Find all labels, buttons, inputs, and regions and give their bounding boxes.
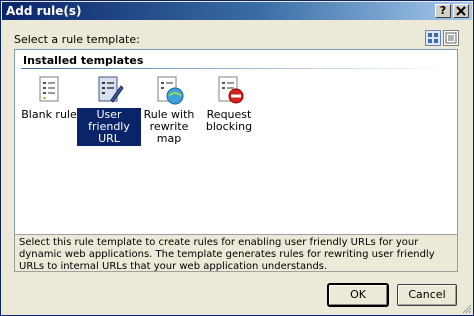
template-blank-rule[interactable]: Blank rule [17,74,81,122]
blank-rule-icon [33,74,65,106]
add-rules-dialog: Add rule(s) ? Select a rule template: In… [0,0,474,316]
template-description: Select this rule template to create rule… [14,234,458,272]
details-view-button[interactable] [443,30,459,46]
template-label: Rule with rewrite map [143,108,195,145]
template-request-blocking[interactable]: Request blocking [197,74,261,134]
help-button[interactable]: ? [435,4,451,18]
select-template-label: Select a rule template: [14,33,140,46]
resize-grip-icon[interactable] [460,302,472,314]
large-icons-view-button[interactable] [425,30,441,46]
title-bar[interactable]: Add rule(s) ? [2,2,472,20]
templates-list[interactable]: Installed templates Blank rule User frie… [14,49,458,235]
details-view-icon [445,32,457,44]
template-user-friendly-url[interactable]: User friendly URL [77,74,141,146]
large-icons-view-icon [428,33,438,43]
group-divider [21,68,449,69]
cancel-button[interactable]: Cancel [397,284,457,306]
group-header: Installed templates [23,54,144,67]
template-rule-with-rewrite-map[interactable]: Rule with rewrite map [137,74,201,146]
template-label: Request blocking [205,108,253,133]
ok-button[interactable]: OK [328,284,388,306]
template-label: Blank rule [21,108,77,121]
close-button[interactable] [453,4,469,18]
template-label: User friendly URL [77,108,141,146]
rewrite-map-icon [153,74,185,106]
window-title: Add rule(s) [6,4,82,18]
request-blocking-icon [213,74,245,106]
close-icon [456,6,466,16]
user-friendly-url-icon [93,74,125,106]
